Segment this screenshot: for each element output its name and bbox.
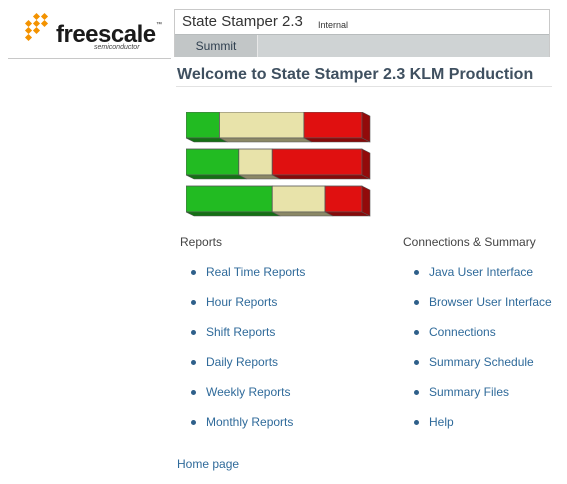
status-bar-side xyxy=(361,185,371,217)
list-item: Java User Interface xyxy=(403,265,536,297)
home-page-link[interactable]: Home page xyxy=(177,457,239,471)
status-bar-side xyxy=(361,112,371,143)
status-bar-segment xyxy=(238,148,273,176)
link-daily-reports[interactable]: Daily Reports xyxy=(206,355,278,369)
status-bar-segment-depth xyxy=(272,211,334,217)
status-bar-segment xyxy=(219,112,305,139)
logo-subtitle: semiconductor xyxy=(94,44,140,51)
reports-section: Reports Real Time Reports Hour Reports S… xyxy=(180,235,305,447)
bullet-icon xyxy=(414,390,419,395)
bullet-icon xyxy=(191,390,196,395)
link-summary-schedule[interactable]: Summary Schedule xyxy=(429,355,534,369)
list-item: Connections xyxy=(403,325,536,357)
link-summary-files[interactable]: Summary Files xyxy=(429,385,509,399)
status-bar-segment xyxy=(303,112,363,139)
status-bar-segment xyxy=(271,185,326,213)
status-bar-segment-depth xyxy=(219,137,313,143)
link-java-user-interface[interactable]: Java User Interface xyxy=(429,265,533,279)
link-monthly-reports[interactable]: Monthly Reports xyxy=(206,415,293,429)
list-item: Hour Reports xyxy=(180,295,277,327)
list-item: Summary Schedule xyxy=(403,355,536,387)
title-divider xyxy=(176,86,552,87)
link-connections[interactable]: Connections xyxy=(429,325,496,339)
status-bar-segment-depth xyxy=(186,211,281,217)
status-bar-segment xyxy=(186,148,240,176)
link-help[interactable]: Help xyxy=(429,415,454,429)
app-header: State Stamper 2.3 Internal Summit xyxy=(174,9,550,57)
list-item: Daily Reports xyxy=(180,355,278,387)
bullet-icon xyxy=(191,420,196,425)
bullet-icon xyxy=(414,270,419,275)
status-bar-segment xyxy=(271,148,363,176)
list-item: Real Time Reports xyxy=(180,265,305,297)
list-item: Help xyxy=(403,415,536,447)
list-item: Summary Files xyxy=(403,385,536,417)
environment-badge: Internal xyxy=(318,20,349,30)
link-shift-reports[interactable]: Shift Reports xyxy=(206,325,275,339)
connections-heading: Connections & Summary xyxy=(403,235,536,249)
reports-heading: Reports xyxy=(180,235,223,249)
nav-bar: Summit xyxy=(175,34,549,57)
title-row: State Stamper 2.3 Internal xyxy=(175,10,549,33)
status-bar-segment-depth xyxy=(272,174,371,180)
status-bar-segment xyxy=(186,112,220,139)
bullet-icon xyxy=(414,360,419,365)
app-title: State Stamper 2.3 xyxy=(182,13,303,30)
link-hour-reports[interactable]: Hour Reports xyxy=(206,295,277,309)
list-item: Monthly Reports xyxy=(180,415,293,447)
status-bar-segment-depth xyxy=(186,174,247,180)
bullet-icon xyxy=(191,330,196,335)
list-item: Browser User Interface xyxy=(403,295,552,327)
bullet-icon xyxy=(191,360,196,365)
bullet-icon xyxy=(191,270,196,275)
bullet-icon xyxy=(414,300,419,305)
tab-summit[interactable]: Summit xyxy=(175,35,258,57)
list-item: Weekly Reports xyxy=(180,385,290,417)
link-real-time-reports[interactable]: Real Time Reports xyxy=(206,265,305,279)
status-bar-segment xyxy=(186,185,273,213)
page-title: Welcome to State Stamper 2.3 KLM Product… xyxy=(177,66,534,83)
status-bars-graphic xyxy=(186,112,371,217)
nav-bar-filler xyxy=(258,35,549,57)
logo: freescale ™ semiconductor xyxy=(8,8,171,59)
bullet-icon xyxy=(414,330,419,335)
list-item: Shift Reports xyxy=(180,325,275,357)
connections-list: Java User Interface Browser User Interfa… xyxy=(403,265,552,447)
status-bar-segment-depth xyxy=(303,137,371,143)
status-bar-segment xyxy=(324,185,363,213)
freescale-logo-mark-icon xyxy=(24,12,49,42)
link-browser-user-interface[interactable]: Browser User Interface xyxy=(429,295,552,309)
connections-section: Connections & Summary Java User Interfac… xyxy=(403,235,552,447)
status-bar-side xyxy=(361,148,371,180)
logo-trademark: ™ xyxy=(156,22,162,28)
bullet-icon xyxy=(191,300,196,305)
reports-list: Real Time Reports Hour Reports Shift Rep… xyxy=(180,265,305,447)
bullet-icon xyxy=(414,420,419,425)
link-weekly-reports[interactable]: Weekly Reports xyxy=(206,385,290,399)
